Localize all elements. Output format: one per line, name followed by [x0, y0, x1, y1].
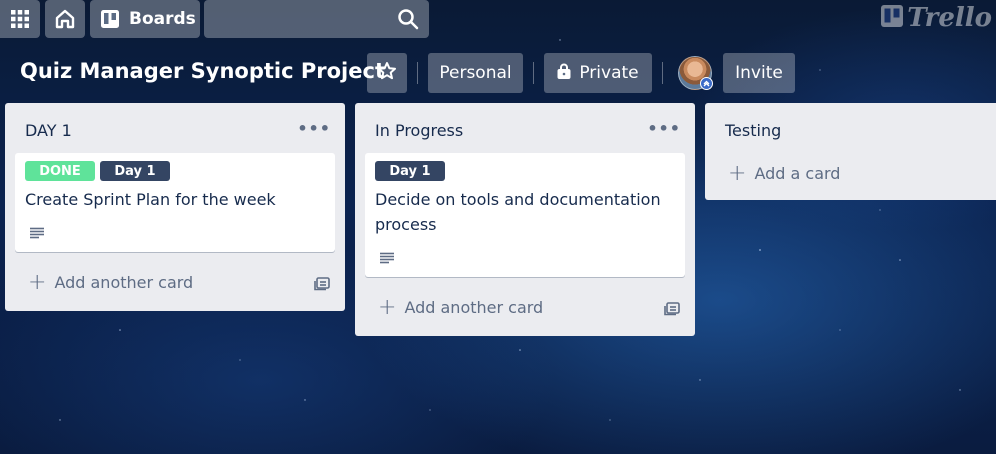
label-done[interactable]: DONE — [25, 161, 95, 181]
card-title: Create Sprint Plan for the week — [25, 190, 276, 209]
trello-logo[interactable]: Trello — [881, 3, 992, 33]
card-labels: DONE Day 1 — [25, 161, 170, 181]
home-icon — [54, 8, 76, 30]
trello-logo-icon — [881, 5, 904, 31]
board-title[interactable]: Quiz Manager Synoptic Project — [20, 59, 385, 83]
star-icon — [377, 61, 397, 86]
search-box[interactable] — [204, 0, 429, 38]
list-menu-icon[interactable]: ••• — [647, 119, 681, 138]
add-card-button[interactable]: + Add a card — [728, 160, 841, 186]
label-day-1[interactable]: Day 1 — [375, 161, 445, 181]
list-menu-icon[interactable]: ••• — [297, 119, 331, 138]
invite-button[interactable]: Invite — [723, 53, 795, 93]
card-title-line: process — [375, 215, 437, 234]
search-icon[interactable] — [397, 8, 419, 30]
admin-badge-icon — [700, 77, 713, 90]
card-title-line: Decide on tools and documentation — [375, 190, 661, 209]
list-in-progress: In Progress ••• Day 1 Decide on tools an… — [355, 103, 695, 336]
header-divider — [533, 62, 534, 84]
card-template-icon[interactable] — [314, 275, 331, 295]
header-divider — [662, 62, 663, 84]
plus-icon: + — [728, 160, 747, 186]
boards-label: Boards — [129, 9, 196, 29]
list-day-1: DAY 1 ••• DONE Day 1 Create Sprint Plan … — [5, 103, 345, 311]
card[interactable]: Day 1 Decide on tools and documentation … — [365, 153, 685, 277]
add-card-label: Add another card — [404, 298, 544, 317]
plus-icon: + — [28, 269, 47, 295]
add-card-button[interactable]: + Add another card — [28, 269, 194, 295]
card-template-icon[interactable] — [664, 300, 681, 320]
description-icon — [29, 224, 45, 243]
top-navigation-bar: Boards Trello — [0, 0, 996, 38]
header-divider — [417, 62, 418, 84]
add-card-label: Add another card — [54, 273, 194, 292]
add-card-button[interactable]: + Add another card — [378, 294, 544, 320]
list-title[interactable]: In Progress — [375, 121, 463, 140]
boards-button[interactable]: Boards — [90, 0, 200, 38]
card-labels: Day 1 — [375, 161, 445, 181]
visibility-label: Private — [579, 63, 639, 83]
list-title[interactable]: Testing — [725, 121, 781, 140]
home-button[interactable] — [45, 0, 85, 38]
list-testing: Testing + Add a card — [705, 103, 996, 200]
star-board-button[interactable] — [367, 53, 407, 93]
apps-button[interactable] — [0, 0, 40, 38]
card-title: Decide on tools and documentation proces… — [375, 187, 661, 237]
card[interactable]: DONE Day 1 Create Sprint Plan for the we… — [15, 153, 335, 252]
trello-logo-text: Trello — [907, 3, 992, 33]
lock-icon — [557, 63, 571, 84]
grid-icon — [11, 10, 29, 28]
list-title[interactable]: DAY 1 — [25, 121, 72, 140]
label-day-1[interactable]: Day 1 — [100, 161, 170, 181]
plus-icon: + — [378, 294, 397, 320]
visibility-button[interactable]: Private — [544, 53, 652, 93]
add-card-label: Add a card — [754, 164, 841, 183]
boards-icon — [101, 10, 119, 28]
description-icon — [379, 249, 395, 268]
team-button[interactable]: Personal — [428, 53, 523, 93]
